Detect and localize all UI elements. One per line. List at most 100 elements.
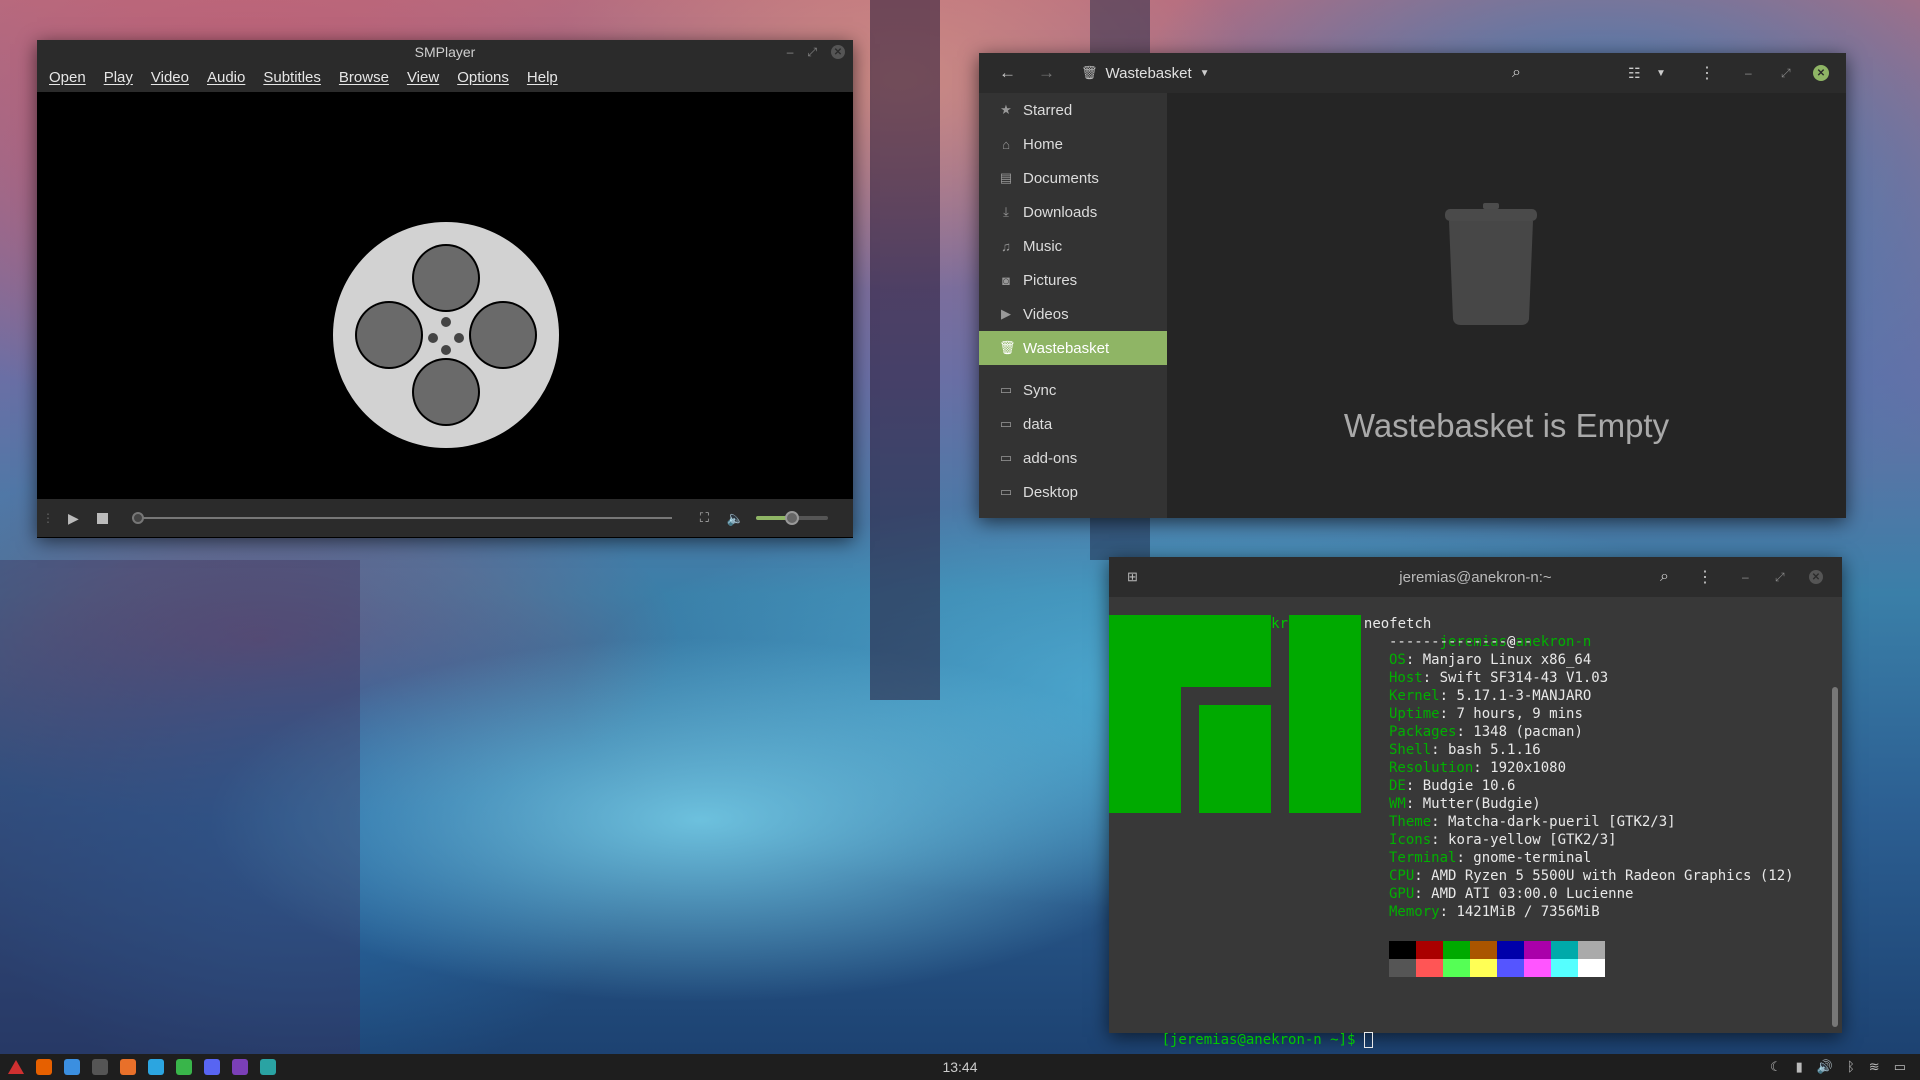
files-headerbar[interactable]: ← → 🗑 Wastebasket ▼ ⌕ ☷ ▼ ⋮ – ⤢ ✕ — [979, 53, 1846, 93]
terminal-window: ⊞ jeremias@anekron-n:~ ⌕ ⋮ – ⤢ ✕ [jeremi… — [1109, 557, 1842, 1048]
sync-icon[interactable] — [176, 1059, 192, 1075]
sidebar-item-label: Videos — [1023, 305, 1069, 323]
sidebar-item-downloads[interactable]: ⤓ Downloads — [979, 195, 1167, 229]
scrollbar[interactable] — [1832, 687, 1838, 1027]
info-value: gnome-terminal — [1473, 850, 1592, 866]
telegram-icon[interactable] — [148, 1059, 164, 1075]
battery-icon[interactable]: ▮ — [1796, 1059, 1803, 1075]
menu-help[interactable]: Help — [527, 69, 558, 86]
night-light-icon[interactable]: ☾ — [1770, 1059, 1782, 1075]
volume-slider[interactable] — [756, 511, 829, 525]
drag-handle-icon[interactable]: ⋮ — [42, 511, 54, 525]
volume-icon[interactable]: 🔊 — [1817, 1059, 1833, 1075]
palette-swatch — [1443, 959, 1470, 977]
sidebar-item-pictures[interactable]: ◙ Pictures — [979, 263, 1167, 297]
back-icon[interactable]: ← — [999, 63, 1016, 83]
separator: ----------------- — [1389, 634, 1533, 650]
video-area[interactable] — [37, 92, 853, 538]
volume-handle[interactable] — [785, 511, 800, 525]
search-icon[interactable]: ⌕ — [1512, 64, 1521, 82]
info-line: Theme: Matcha-dark-pueril [GTK2/3] — [1389, 814, 1676, 830]
location-label[interactable]: Wastebasket — [1106, 65, 1192, 82]
menu-open[interactable]: Open — [49, 69, 86, 86]
sidebar-item-sync[interactable]: ▭ Sync — [979, 373, 1167, 407]
volume-icon[interactable]: 🔈 — [727, 510, 744, 527]
close-icon[interactable]: ✕ — [1809, 570, 1823, 584]
fullscreen-icon[interactable]: ⛶ — [700, 510, 709, 526]
sidebar-item-label: Starred — [1023, 101, 1073, 119]
close-icon[interactable]: ✕ — [1813, 65, 1829, 81]
clock[interactable]: 13:44 — [0, 1059, 1920, 1075]
minimize-icon[interactable]: – — [787, 45, 794, 59]
menu-options[interactable]: Options — [457, 69, 509, 86]
info-value: Swift SF314-43 V1.03 — [1439, 670, 1609, 686]
sidebar-item-music[interactable]: ♫ Music — [979, 229, 1167, 263]
info-value: 7 hours, 9 mins — [1456, 706, 1583, 722]
maximize-icon[interactable]: ⤢ — [1781, 66, 1791, 81]
forward-icon[interactable]: → — [1038, 63, 1055, 83]
wifi-icon[interactable]: ≋ — [1869, 1059, 1880, 1075]
info-value: AMD Ryzen 5 5500U with Radeon Graphics (… — [1431, 868, 1794, 884]
terminal-icon[interactable] — [92, 1059, 108, 1075]
menu-subtitles[interactable]: Subtitles — [263, 69, 321, 86]
info-line: Memory: 1421MiB / 7356MiB — [1389, 904, 1600, 920]
sidebar-item-home[interactable]: ⌂ Home — [979, 127, 1167, 161]
minimize-icon[interactable]: – — [1745, 66, 1752, 80]
palette-swatch — [1578, 959, 1605, 977]
podcast-icon[interactable] — [232, 1059, 248, 1075]
sidebar-item-videos[interactable]: ▶ Videos — [979, 297, 1167, 331]
sidebar-item-starred[interactable]: ★ Starred — [979, 93, 1167, 127]
info-value: Budgie 10.6 — [1422, 778, 1516, 794]
close-icon[interactable]: ✕ — [831, 45, 845, 59]
info-line: OS: Manjaro Linux x86_64 — [1389, 652, 1592, 668]
files-sidebar: ★ Starred ⌂ Home ▤ Documents ⤓ Downloads ♫ Music ◙… — [979, 93, 1167, 518]
info-value: bash 5.1.16 — [1448, 742, 1541, 758]
seek-handle[interactable] — [131, 512, 144, 524]
menu-view[interactable]: View — [407, 69, 439, 86]
seek-bar[interactable] — [131, 511, 672, 525]
menu-kebab-icon[interactable]: ⋮ — [1697, 567, 1713, 587]
sidebar-item-add-ons[interactable]: ▭ add-ons — [979, 441, 1167, 475]
smplayer-icon[interactable] — [260, 1059, 276, 1075]
maximize-icon[interactable]: ⤢ — [1775, 570, 1785, 585]
search-icon[interactable]: ⌕ — [1660, 568, 1669, 586]
discord-icon[interactable] — [204, 1059, 220, 1075]
stop-icon[interactable] — [96, 512, 108, 524]
sidebar-item-documents[interactable]: ▤ Documents — [979, 161, 1167, 195]
info-line: Packages: 1348 (pacman) — [1389, 724, 1583, 740]
archive-icon[interactable] — [120, 1059, 136, 1075]
play-icon[interactable]: ▶ — [68, 510, 79, 527]
sidebar-item-desktop[interactable]: ▭ Desktop — [979, 475, 1167, 509]
list-view-icon[interactable]: ☷ — [1628, 65, 1641, 82]
minimize-icon[interactable]: – — [1742, 570, 1749, 584]
manjaro-logo-block — [1199, 705, 1271, 813]
sidebar-item-wastebasket[interactable]: 🗑 Wastebasket — [979, 331, 1167, 365]
menu-video[interactable]: Video — [151, 69, 189, 86]
info-value: AMD ATI 03:00.0 Lucienne — [1431, 886, 1634, 902]
menu-play[interactable]: Play — [104, 69, 133, 86]
view-options-chevron-icon[interactable]: ▼ — [1656, 68, 1666, 79]
menu-browse[interactable]: Browse — [339, 69, 389, 86]
folder-icon: ▭ — [999, 450, 1013, 465]
menubar: Open Play Video Audio Subtitles Browse View Opt… — [37, 64, 853, 90]
notifications-icon[interactable]: ▭ — [1894, 1059, 1906, 1075]
bluetooth-icon[interactable]: ᛒ — [1847, 1059, 1855, 1075]
info-key: Terminal — [1389, 850, 1457, 866]
app-menu-icon[interactable] — [8, 1060, 24, 1074]
terminal-output[interactable]: [jeremias@anekron-n ~]$ neofetch jeremia… — [1109, 597, 1842, 1048]
terminal-headerbar[interactable]: ⊞ jeremias@anekron-n:~ ⌕ ⋮ – ⤢ ✕ — [1109, 557, 1842, 597]
new-tab-icon[interactable]: ⊞ — [1127, 569, 1138, 585]
info-line: GPU: AMD ATI 03:00.0 Lucienne — [1389, 886, 1634, 902]
maximize-icon[interactable]: ⤢ — [807, 45, 817, 60]
firefox-icon[interactable] — [36, 1059, 52, 1075]
palette-swatch — [1389, 941, 1416, 959]
files-icon[interactable] — [64, 1059, 80, 1075]
smplayer-titlebar[interactable]: SMPlayer – ⤢ ✕ — [37, 40, 853, 64]
chevron-down-icon[interactable]: ▼ — [1200, 68, 1210, 79]
terminal-title: jeremias@anekron-n:~ — [1399, 568, 1552, 586]
menu-audio[interactable]: Audio — [207, 69, 245, 86]
wallpaper-tree — [870, 0, 940, 700]
menu-kebab-icon[interactable]: ⋮ — [1699, 63, 1715, 83]
sidebar-item-label: Desktop — [1023, 483, 1079, 501]
sidebar-item-data[interactable]: ▭ data — [979, 407, 1167, 441]
